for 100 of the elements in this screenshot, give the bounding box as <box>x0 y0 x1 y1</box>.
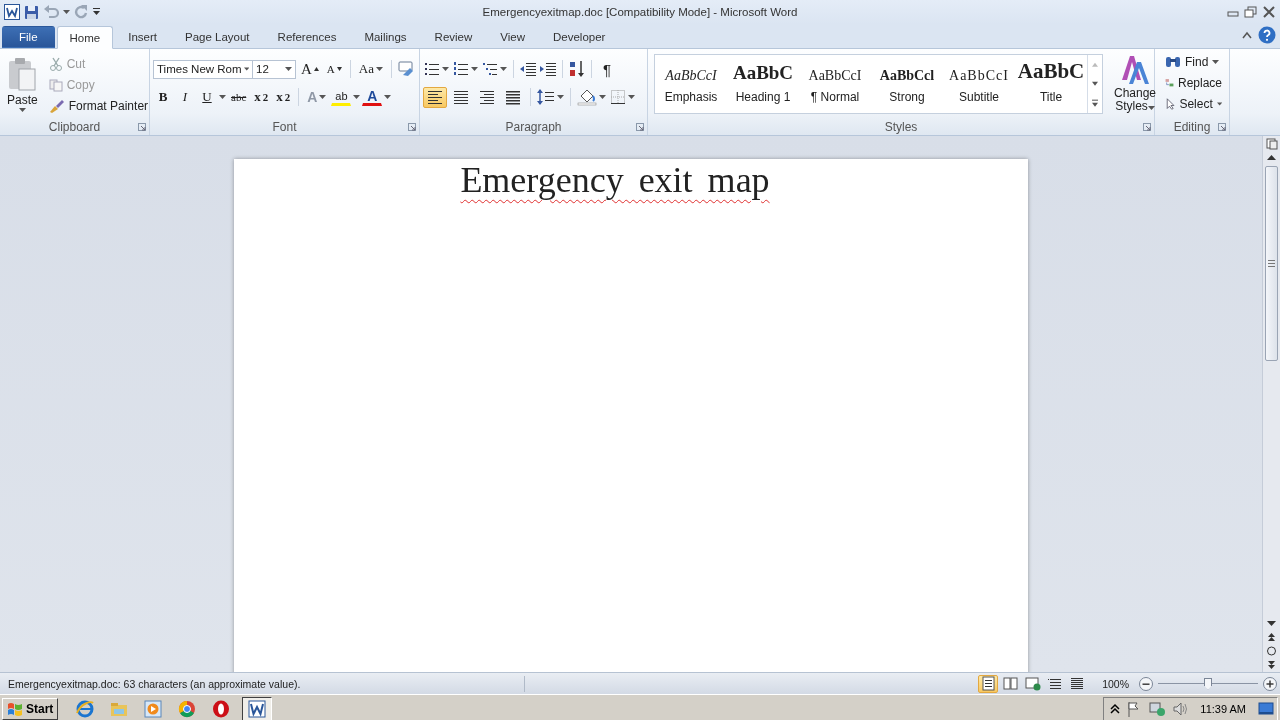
speaker-icon[interactable] <box>1172 700 1189 717</box>
group-label: Editing <box>1173 119 1211 134</box>
caret-icon <box>63 10 70 14</box>
print-view-icon <box>979 675 997 692</box>
ribbon-tab[interactable]: View <box>487 26 538 48</box>
close-icon[interactable] <box>1262 6 1276 18</box>
ribbon-tab[interactable]: References <box>264 26 350 48</box>
grow-font-button[interactable]: A <box>298 58 322 80</box>
group-label: Styles <box>884 119 918 134</box>
reading-view-icon <box>1001 675 1019 692</box>
document-heading: Emergency exit map <box>460 159 770 201</box>
zoom-level[interactable]: 100% <box>1102 677 1129 690</box>
bold-button[interactable]: B <box>153 86 173 108</box>
style-option[interactable]: AaBbC Title <box>1015 55 1087 113</box>
scrollbar-thumb[interactable] <box>1265 166 1278 361</box>
font-color-button[interactable]: A <box>362 88 383 106</box>
style-option[interactable]: AaBbCcI Emphasis <box>655 55 727 113</box>
multilevel-list-button[interactable] <box>481 60 508 78</box>
increase-indent-icon[interactable] <box>539 61 557 77</box>
save-icon[interactable] <box>24 4 39 20</box>
file-tab[interactable]: File <box>2 26 55 48</box>
window-title: Emergencyexitmap.doc [Compatibility Mode] - Microsoft Word <box>482 6 798 18</box>
format-painter-button[interactable]: Format Painter <box>44 95 153 116</box>
ribbon-tab[interactable]: Review <box>421 26 486 48</box>
zoom-slider-thumb[interactable] <box>1204 677 1212 690</box>
strikethrough-button[interactable]: abc <box>228 86 250 108</box>
numbering-button[interactable] <box>452 60 479 78</box>
binoculars-icon <box>1165 54 1181 69</box>
ribbon-tab[interactable]: Home <box>56 26 114 49</box>
caret-icon <box>471 67 478 71</box>
dialog-launcher-icon[interactable] <box>408 122 416 131</box>
caret-icon <box>353 95 361 99</box>
style-option[interactable]: AaBbCcl Strong <box>871 55 943 113</box>
find-button[interactable]: Find <box>1161 51 1226 72</box>
zoom-in-icon[interactable] <box>1263 676 1277 691</box>
view-button[interactable] <box>978 674 999 693</box>
shading-button[interactable] <box>576 87 607 107</box>
style-option[interactable]: AaBbCcI ¶ Normal <box>799 55 871 113</box>
caret-icon <box>319 95 327 99</box>
customize-toolbar-icon[interactable] <box>92 7 101 17</box>
ribbon-tab[interactable]: Insert <box>115 26 170 48</box>
show-desktop-icon[interactable] <box>1258 701 1274 716</box>
replace-button[interactable]: Replace <box>1161 72 1226 93</box>
paint-bucket-icon <box>577 88 597 106</box>
align-left-icon <box>426 88 444 106</box>
caret-down-icon <box>336 67 342 71</box>
bullets-button[interactable] <box>423 60 450 78</box>
line-spacing-button[interactable] <box>536 87 565 107</box>
caret-icon <box>442 67 449 71</box>
group-label: Font <box>272 119 297 134</box>
change-case-button[interactable]: Aa <box>355 58 386 80</box>
italic-button[interactable]: I <box>175 86 195 108</box>
status-text: Emergencyexitmap.doc: 63 characters (an approximate value). <box>8 677 301 690</box>
taskbar-app-button[interactable] <box>242 696 273 720</box>
numbered-list-icon <box>453 61 469 77</box>
align-center-icon <box>452 88 470 106</box>
decrease-indent-icon[interactable] <box>519 61 537 77</box>
caret-icon <box>243 67 249 71</box>
paste-button[interactable]: Paste <box>3 53 42 118</box>
font-size-dropdown[interactable]: 12 <box>252 59 296 79</box>
bulleted-list-icon <box>424 61 440 77</box>
collapse-ribbon-icon[interactable] <box>1242 31 1252 39</box>
ribbon-tab[interactable]: Developer <box>540 26 619 48</box>
shrink-font-button[interactable]: A <box>323 58 345 80</box>
ruler-toggle-icon[interactable] <box>1264 136 1279 151</box>
dialog-launcher-icon[interactable] <box>636 122 644 131</box>
show-hidden-icons-icon[interactable] <box>1110 702 1121 715</box>
font-family-dropdown[interactable]: Times New Rom <box>153 59 253 79</box>
windows-logo-icon <box>7 700 23 717</box>
style-option[interactable]: AaBbC Heading 1 <box>727 55 799 113</box>
group-label: Paragraph <box>505 119 562 134</box>
dialog-launcher-icon[interactable] <box>1218 122 1226 131</box>
browse-object-icon[interactable] <box>1264 644 1279 658</box>
zoom-out-icon[interactable] <box>1139 676 1153 691</box>
paintbrush-icon <box>48 98 65 113</box>
underline-button[interactable]: U <box>197 86 217 108</box>
start-button[interactable]: Start <box>2 697 59 720</box>
restore-icon[interactable] <box>1244 6 1258 18</box>
borders-button[interactable] <box>609 88 636 106</box>
show-marks-button[interactable]: ¶ <box>597 58 617 80</box>
caret-icon <box>557 95 564 99</box>
caret-icon <box>219 95 226 99</box>
style-option[interactable]: AaBbCcI Subtitle <box>943 55 1015 113</box>
ribbon-tab[interactable]: Mailings <box>351 26 420 48</box>
app-logo-icon[interactable] <box>4 4 20 20</box>
highlight-button[interactable]: ab <box>331 88 352 106</box>
sort-icon[interactable] <box>568 60 586 78</box>
clock: 11:39 AM <box>1200 702 1246 715</box>
letters-icon <box>1119 54 1151 86</box>
ie-app-icon <box>75 698 96 719</box>
clear-formatting-icon[interactable] <box>396 61 415 77</box>
select-button[interactable]: Select <box>1161 93 1226 114</box>
dialog-launcher-icon[interactable] <box>1143 122 1151 131</box>
grip-icon <box>1268 260 1275 267</box>
align-button[interactable] <box>423 86 447 108</box>
help-icon[interactable] <box>1258 26 1276 44</box>
line-spacing-icon <box>537 88 555 106</box>
dialog-launcher-icon[interactable] <box>138 122 146 131</box>
change-styles-button[interactable]: Change Styles <box>1109 53 1161 118</box>
ribbon-tab[interactable]: Page Layout <box>172 26 263 48</box>
